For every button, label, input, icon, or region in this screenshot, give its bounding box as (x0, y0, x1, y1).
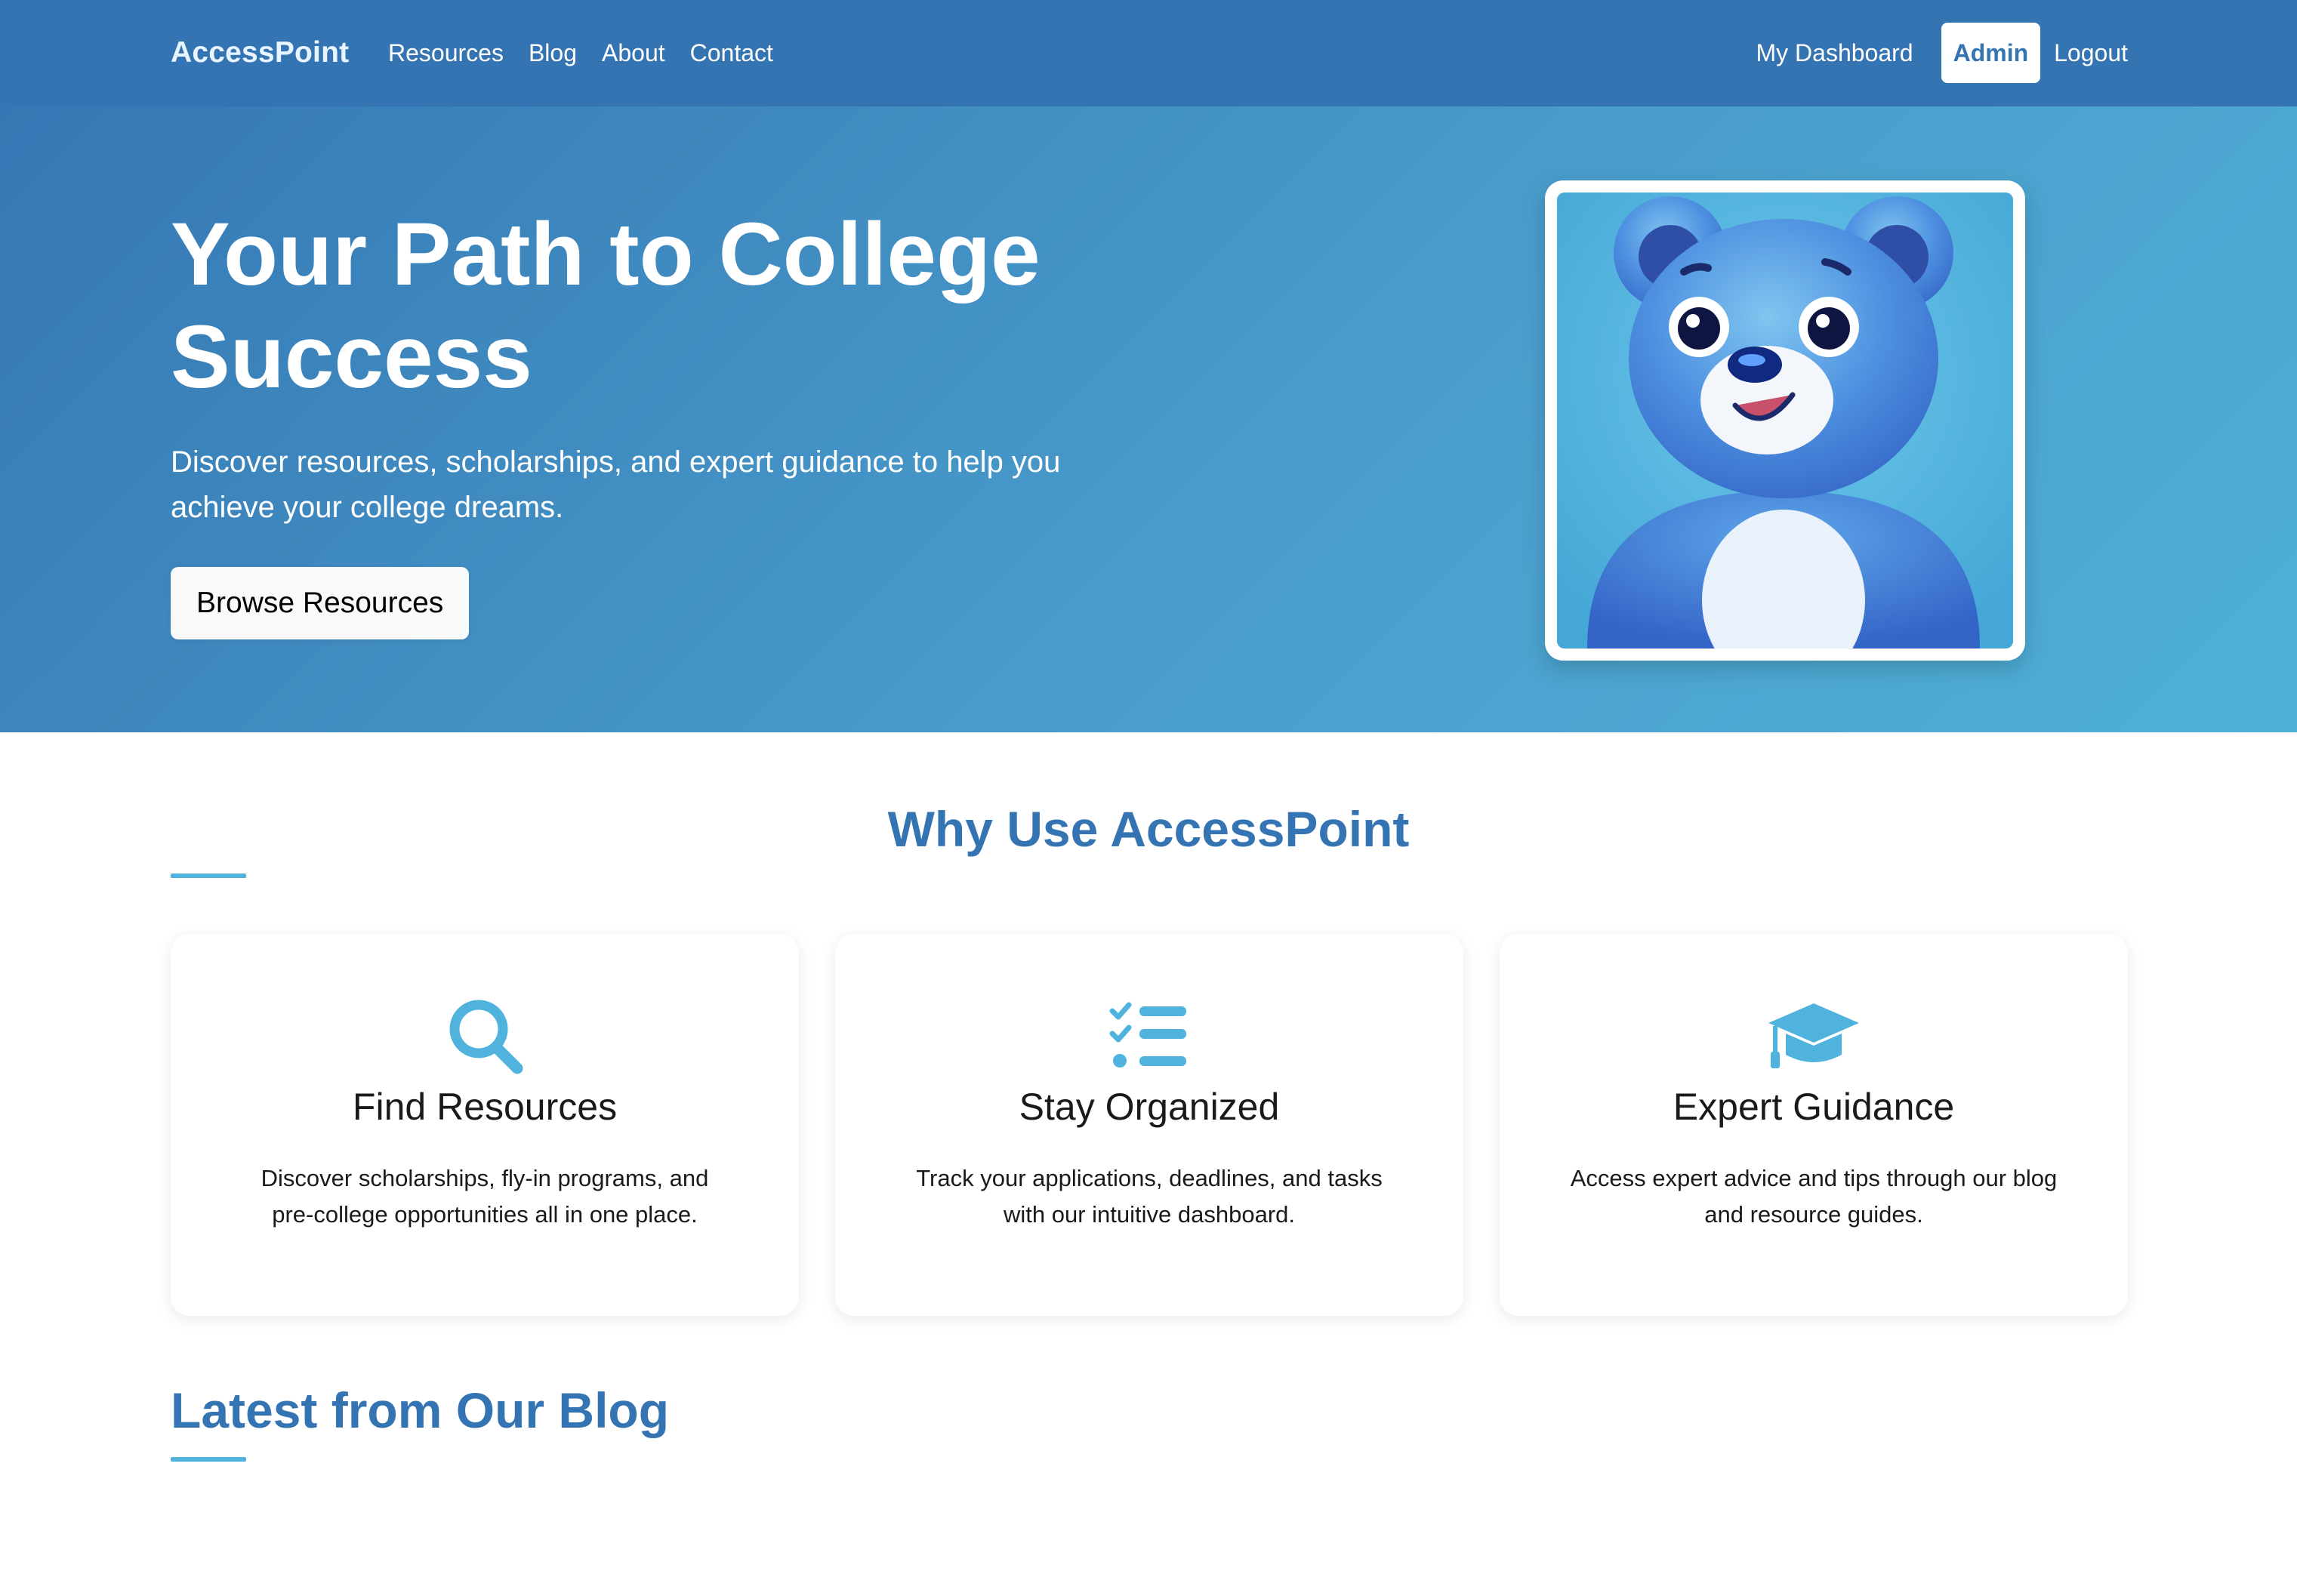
card-text: Track your applications, deadlines, and … (916, 1165, 1383, 1228)
nav-link-about[interactable]: About (602, 32, 665, 74)
card-title: Stay Organized (1019, 1086, 1280, 1128)
hero-image-frame (1545, 180, 2025, 661)
card-title: Expert Guidance (1673, 1086, 1955, 1128)
bear-mascot-illustration (1557, 193, 2013, 649)
top-navbar: AccessPoint Resources Blog About Contact… (0, 0, 2297, 106)
bear-mascot-image (1557, 193, 2013, 649)
graduation-cap-icon (1500, 994, 2128, 1077)
hero-section: Your Path to College Success Discover re… (0, 106, 2297, 732)
nav-link-dashboard[interactable]: My Dashboard (1756, 32, 1913, 74)
blog-section-title: Latest from Our Blog (171, 1382, 670, 1438)
browse-resources-button[interactable]: Browse Resources (171, 567, 470, 639)
card-text: Access expert advice and tips through ou… (1570, 1165, 2058, 1228)
feature-card-expert-guidance: Expert Guidance Access expert advice and… (1500, 934, 2128, 1316)
logout-link[interactable]: Logout (2054, 32, 2128, 74)
why-section-title: Why Use AccessPoint (887, 801, 1410, 857)
hero-title: Your Path to College Success (171, 205, 1041, 407)
nav-link-contact[interactable]: Contact (690, 32, 773, 74)
why-title-underline (171, 873, 246, 878)
card-text: Discover scholarships, fly-in programs, … (261, 1165, 709, 1228)
nav-link-resources[interactable]: Resources (388, 32, 504, 74)
brand-logo[interactable]: AccessPoint (171, 32, 349, 74)
nav-link-blog[interactable]: Blog (529, 32, 577, 74)
feature-card-stay-organized: Stay Organized Track your applications, … (835, 934, 1463, 1316)
card-title: Find Resources (352, 1086, 618, 1128)
feature-card-find-resources: Find Resources Discover scholarships, fl… (171, 934, 799, 1316)
nav-links: Resources Blog About Contact (388, 32, 798, 74)
admin-button[interactable]: Admin (1941, 23, 2041, 83)
blog-title-underline (171, 1457, 246, 1462)
checklist-icon (835, 994, 1463, 1077)
search-icon (171, 994, 799, 1077)
nav-user-links: My Dashboard Admin Logout (1756, 23, 2128, 83)
hero-subtitle: Discover resources, scholarships, and ex… (171, 445, 1061, 524)
